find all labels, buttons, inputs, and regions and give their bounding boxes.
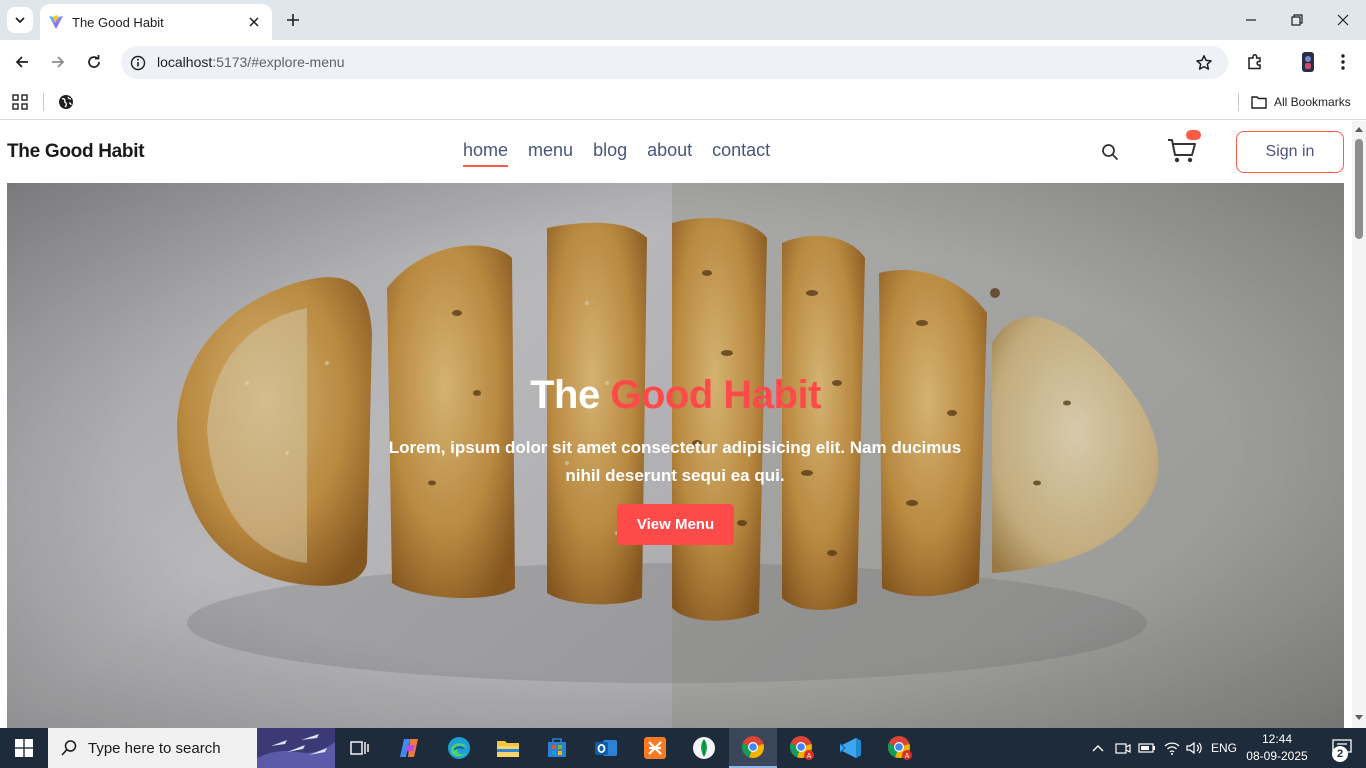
nav-item-contact[interactable]: contact (712, 140, 770, 167)
chrome-profile-icon[interactable]: A (778, 728, 826, 768)
profile-avatar[interactable] (1296, 50, 1320, 74)
file-explorer-icon[interactable] (484, 728, 532, 768)
hero-title-prefix: The (530, 373, 600, 417)
globe-icon[interactable] (54, 90, 78, 114)
volume-icon[interactable] (1184, 728, 1206, 768)
bookmarks-divider (43, 93, 44, 111)
address-bar[interactable]: localhost:5173/#explore-menu (121, 46, 1228, 79)
bookmarks-bar: All Bookmarks (0, 84, 1366, 120)
vscode-icon[interactable] (827, 728, 875, 768)
site-logo[interactable]: The Good Habit (7, 141, 145, 163)
star-icon[interactable] (1194, 53, 1214, 73)
meet-now-icon[interactable] (1112, 728, 1134, 768)
taskbar-search-placeholder: Type here to search (88, 739, 221, 757)
tab-title: The Good Habit (72, 14, 164, 30)
task-view-icon[interactable] (336, 728, 384, 768)
nav-item-about[interactable]: about (647, 140, 692, 167)
tab-search-button[interactable] (7, 7, 33, 33)
close-window-icon[interactable] (1320, 0, 1366, 40)
input-language[interactable]: ENG (1208, 728, 1240, 768)
hero-title-accent: Good Habit (610, 373, 821, 417)
chrome-icon[interactable] (729, 728, 777, 768)
battery-icon[interactable] (1136, 728, 1158, 768)
hero-title: The Good Habit (7, 373, 1344, 418)
chevron-down-icon (15, 17, 25, 24)
notification-count-badge: 2 (1332, 746, 1348, 762)
apps-grid-icon[interactable] (8, 90, 32, 114)
taskbar-clock[interactable]: 12:44 08-09-2025 (1244, 731, 1310, 765)
url-text[interactable]: localhost:5173/#explore-menu (157, 54, 345, 70)
search-highlight-image (257, 728, 335, 768)
clock-date: 08-09-2025 (1246, 749, 1308, 763)
windows-taskbar: Type here to search A A ENG 12:44 08-09-… (0, 728, 1366, 768)
nav-item-blog[interactable]: blog (593, 140, 627, 167)
sign-in-button[interactable]: Sign in (1236, 131, 1344, 173)
extensions-puzzle-icon[interactable] (1243, 50, 1267, 74)
browser-tab[interactable]: The Good Habit (40, 4, 272, 40)
restore-icon[interactable] (1274, 0, 1320, 40)
more-menu-icon[interactable] (1331, 50, 1355, 74)
svg-text:A: A (905, 752, 910, 760)
close-tab-icon[interactable] (246, 14, 262, 30)
scroll-up-icon[interactable] (1354, 124, 1364, 134)
copilot-icon[interactable] (386, 728, 434, 768)
show-hidden-icons-chevron-up-icon[interactable] (1088, 728, 1108, 768)
microsoft-store-icon[interactable] (533, 728, 581, 768)
nav-item-menu[interactable]: menu (528, 140, 573, 167)
svg-text:A: A (807, 752, 812, 760)
hero-description: Lorem, ipsum dolor sit amet consectetur … (388, 438, 962, 485)
search-icon (61, 740, 77, 756)
scroll-thumb[interactable] (1355, 139, 1363, 239)
vite-favicon-icon (49, 15, 63, 29)
bookmarks-divider (1238, 93, 1239, 111)
web-page: The Good Habit home menu blog about cont… (0, 121, 1352, 728)
view-menu-button[interactable]: View Menu (617, 504, 734, 545)
nav-item-home[interactable]: home (463, 140, 509, 167)
all-bookmarks-label: All Bookmarks (1274, 95, 1351, 109)
scroll-down-icon[interactable] (1354, 713, 1364, 723)
edge-browser-icon[interactable] (435, 728, 483, 768)
minimize-icon[interactable] (1228, 0, 1274, 40)
folder-icon (1251, 96, 1267, 109)
page-scrollbar[interactable] (1352, 121, 1366, 728)
all-bookmarks-button[interactable]: All Bookmarks (1251, 92, 1351, 112)
clock-time: 12:44 (1261, 732, 1293, 746)
forward-arrow-icon[interactable] (46, 50, 70, 74)
windows-start-icon[interactable] (0, 728, 48, 768)
new-tab-icon[interactable] (282, 9, 304, 31)
xampp-icon[interactable] (631, 728, 679, 768)
taskbar-search-box[interactable]: Type here to search (48, 728, 335, 768)
browser-tabstrip: The Good Habit (0, 0, 1366, 40)
site-info-icon[interactable] (129, 54, 147, 72)
back-arrow-icon[interactable] (10, 50, 34, 74)
mongodb-compass-icon[interactable] (680, 728, 728, 768)
outlook-icon[interactable] (582, 728, 630, 768)
wifi-icon[interactable] (1160, 728, 1184, 768)
cart-badge (1186, 130, 1201, 140)
hero-banner: The Good Habit Lorem, ipsum dolor sit am… (7, 183, 1344, 728)
chrome-profile-icon[interactable]: A (876, 728, 924, 768)
reload-icon[interactable] (82, 50, 106, 74)
search-icon[interactable] (1100, 142, 1120, 162)
main-nav: home menu blog about contact (463, 140, 770, 167)
